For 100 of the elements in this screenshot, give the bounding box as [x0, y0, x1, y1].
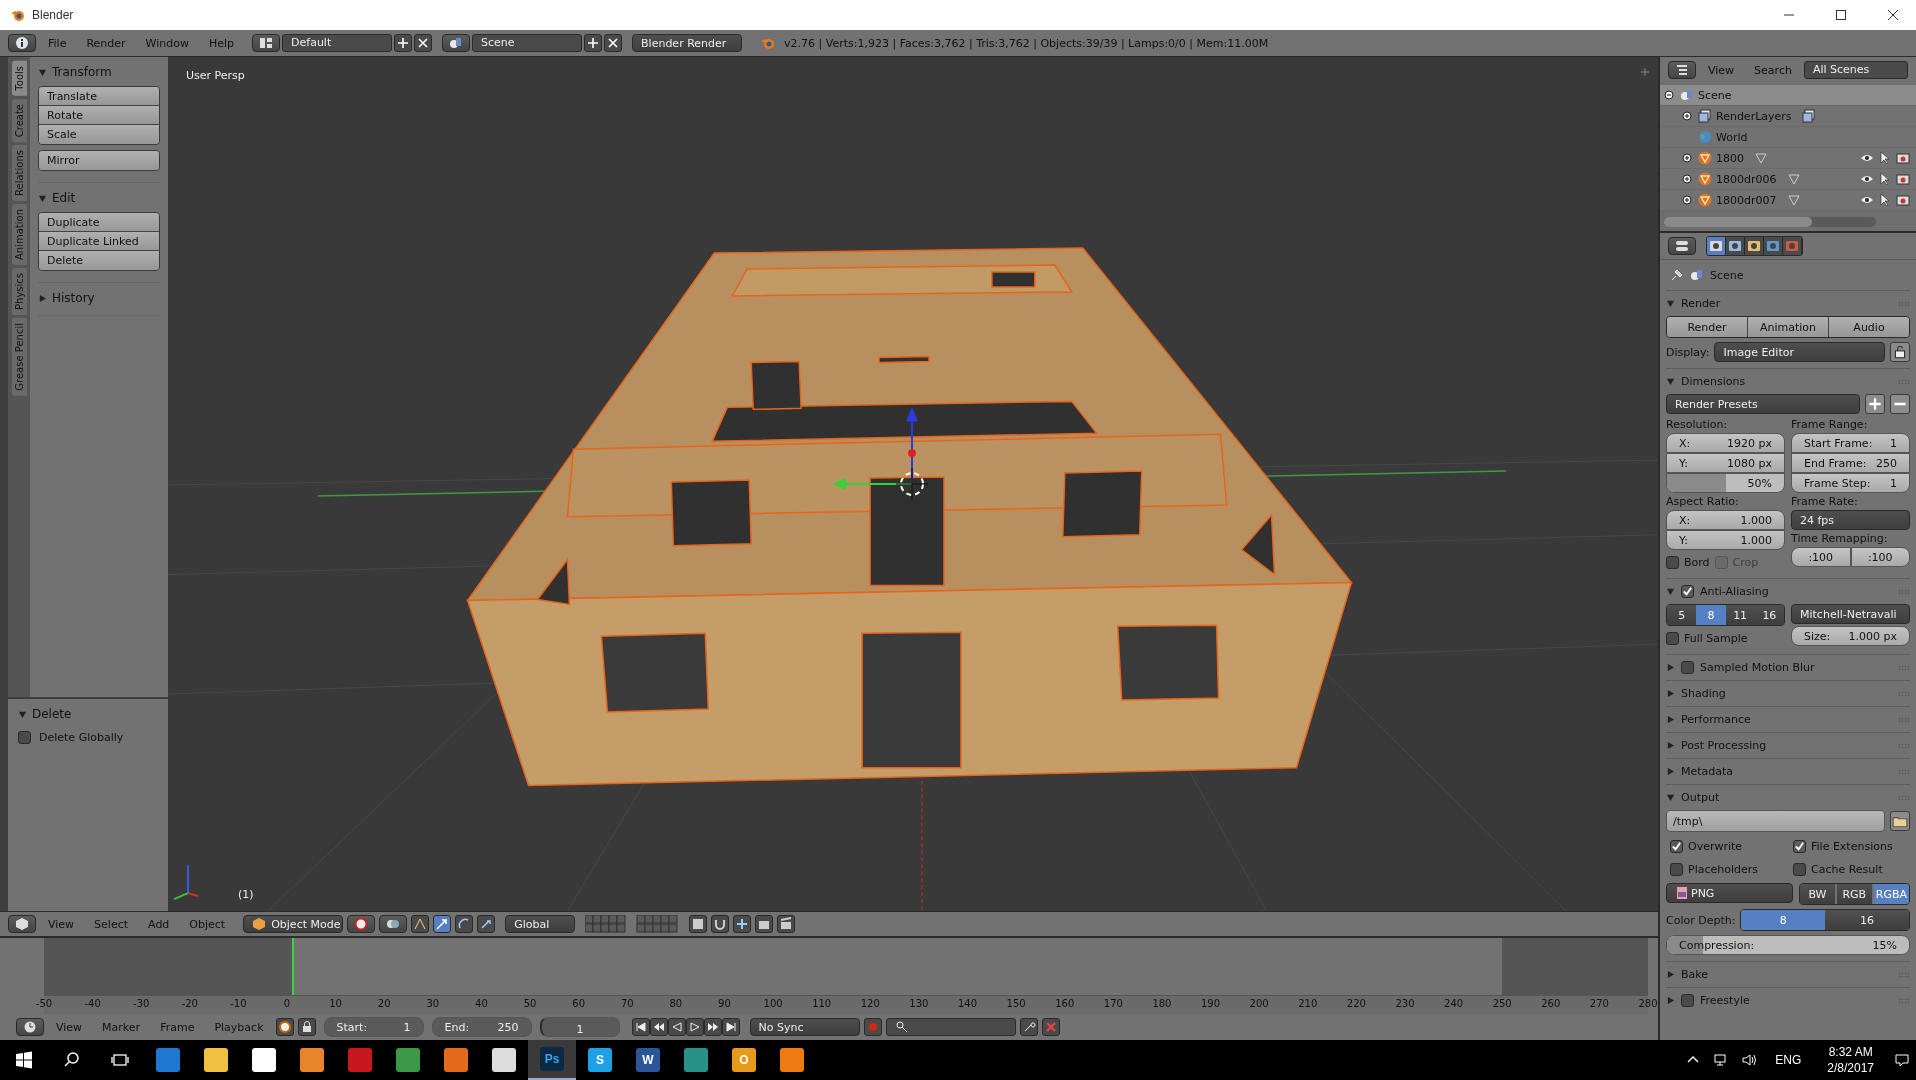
frame-rate-dropdown[interactable]: 24 fps: [1791, 510, 1910, 530]
number-field[interactable]: X: 1.000: [1666, 510, 1785, 530]
tool-tab[interactable]: Animation: [11, 203, 27, 265]
color-mode-button[interactable]: RGB: [1836, 884, 1872, 904]
color-mode-button[interactable]: RGBA: [1873, 884, 1909, 904]
output-path-field[interactable]: /tmp\: [1666, 810, 1885, 832]
jump-end-icon[interactable]: [721, 1018, 740, 1036]
panel-header[interactable]: Metadata: [1666, 759, 1910, 784]
checkbox[interactable]: [1793, 839, 1806, 853]
grip-icon[interactable]: [1898, 742, 1910, 749]
tool-tab[interactable]: Physics: [11, 267, 27, 315]
tool-tab[interactable]: Grease Pencil: [11, 317, 27, 396]
panel-header[interactable]: Edit: [38, 187, 160, 209]
expand-icon[interactable]: [1664, 90, 1674, 100]
outliner-row[interactable]: 1800dr006: [1660, 169, 1916, 190]
grip-icon[interactable]: [1898, 971, 1910, 978]
shading-button[interactable]: [347, 915, 376, 933]
scale-icon[interactable]: [477, 915, 496, 933]
previous-key-icon[interactable]: [649, 1018, 668, 1036]
number-field[interactable]: Y: 1080 px: [1666, 453, 1785, 473]
manipulator-icon[interactable]: [411, 915, 430, 933]
color-mode-button[interactable]: BW: [1800, 884, 1835, 904]
sample-count-button[interactable]: 5: [1667, 605, 1697, 625]
panel-header[interactable]: Shading: [1666, 681, 1910, 706]
playhead[interactable]: [291, 938, 294, 995]
add-icon[interactable]: [394, 34, 413, 52]
add-icon[interactable]: [584, 34, 603, 52]
panel-header[interactable]: Dimensions: [1666, 369, 1910, 394]
editor-type-button[interactable]: [16, 1018, 44, 1036]
color-depth-button[interactable]: 8: [1741, 910, 1826, 930]
record-icon[interactable]: [275, 1018, 294, 1036]
outliner-row[interactable]: World: [1660, 127, 1916, 148]
jump-start-icon[interactable]: [631, 1018, 650, 1036]
editor-type-button[interactable]: [1668, 61, 1696, 79]
maximize-icon[interactable]: [1835, 9, 1847, 21]
scene-tab-icon[interactable]: [1745, 237, 1764, 255]
camera-icon[interactable]: [1896, 193, 1910, 207]
grip-icon[interactable]: [1898, 300, 1910, 307]
render-button[interactable]: Audio: [1829, 317, 1909, 337]
file-format-dropdown[interactable]: PNG: [1666, 883, 1793, 903]
grip-icon[interactable]: [1898, 690, 1910, 697]
grip-icon[interactable]: [1898, 768, 1910, 775]
menu-item[interactable]: Frame: [152, 1020, 203, 1034]
number-field[interactable]: Start Frame: 1: [1791, 433, 1910, 453]
taskbar-button[interactable]: Ps: [528, 1040, 576, 1080]
cursor-icon[interactable]: [1878, 193, 1892, 207]
renderlayers-tab-icon[interactable]: [1726, 237, 1745, 255]
timeline-track[interactable]: [44, 938, 1648, 995]
menu-item[interactable]: View: [40, 917, 83, 931]
percentage-slider[interactable]: 50%: [1666, 473, 1785, 493]
menu-item[interactable]: Search: [1746, 63, 1800, 77]
layout-field[interactable]: Default: [282, 34, 393, 52]
display-dropdown[interactable]: Image Editor: [1714, 342, 1885, 362]
expand-icon[interactable]: [1682, 195, 1692, 205]
lock-icon[interactable]: [297, 1018, 316, 1036]
menu-item[interactable]: Select: [86, 917, 137, 931]
tool-button[interactable]: Translate: [39, 87, 159, 106]
cursor-icon[interactable]: [1878, 151, 1892, 165]
texture-tab-icon[interactable]: [1783, 237, 1802, 255]
world-tab-icon[interactable]: [1764, 237, 1783, 255]
tool-tab[interactable]: Create: [11, 98, 27, 142]
menu-item[interactable]: Marker: [94, 1020, 149, 1034]
mode-dropdown[interactable]: Object Mode: [243, 915, 344, 933]
expand-icon[interactable]: [1682, 111, 1692, 121]
checkbox[interactable]: [1666, 555, 1679, 569]
3d-viewport[interactable]: User Persp (1): [168, 57, 1658, 911]
tool-button[interactable]: Duplicate: [39, 213, 159, 232]
remove-icon[interactable]: [1890, 394, 1910, 414]
tool-button[interactable]: Mirror: [39, 151, 159, 170]
clapper-icon[interactable]: [777, 915, 796, 933]
render-engine-dropdown[interactable]: Blender Render: [632, 34, 743, 52]
number-field[interactable]: Frame Step: 1: [1791, 473, 1910, 493]
panel-header[interactable]: Anti-Aliasing: [1666, 579, 1910, 604]
menu-item[interactable]: Playback: [206, 1020, 272, 1034]
outliner-row[interactable]: RenderLayers: [1660, 106, 1916, 127]
camera-icon[interactable]: [1896, 172, 1910, 186]
checkbox[interactable]: [18, 731, 31, 744]
lock-icon[interactable]: [1890, 342, 1910, 362]
keying-set-field[interactable]: [885, 1018, 1016, 1036]
menu-item[interactable]: Add: [140, 917, 178, 931]
scrollbar[interactable]: [1664, 217, 1876, 227]
menu-item[interactable]: View: [1700, 63, 1743, 77]
checkbox[interactable]: [1666, 631, 1679, 645]
rotate-icon[interactable]: [455, 915, 474, 933]
pin-icon[interactable]: [1670, 268, 1684, 282]
checkbox[interactable]: [1670, 839, 1683, 853]
menu-item[interactable]: File: [40, 36, 75, 50]
number-field[interactable]: Size: 1.000 px: [1791, 626, 1910, 646]
sample-count-button[interactable]: 16: [1754, 605, 1784, 625]
number-field[interactable]: :100: [1791, 547, 1851, 567]
tool-button[interactable]: Rotate: [39, 106, 159, 125]
panel-header[interactable]: History: [38, 287, 160, 309]
taskbar-button[interactable]: W: [624, 1040, 672, 1080]
current-frame-field[interactable]: 1: [539, 1017, 620, 1037]
render-button[interactable]: Render: [1667, 317, 1748, 337]
panel-header[interactable]: Bake: [1666, 962, 1910, 987]
tool-tab[interactable]: Relations: [11, 144, 27, 201]
play-icon[interactable]: [685, 1018, 704, 1036]
close-icon[interactable]: [1887, 9, 1899, 21]
menu-item[interactable]: Render: [78, 36, 134, 50]
